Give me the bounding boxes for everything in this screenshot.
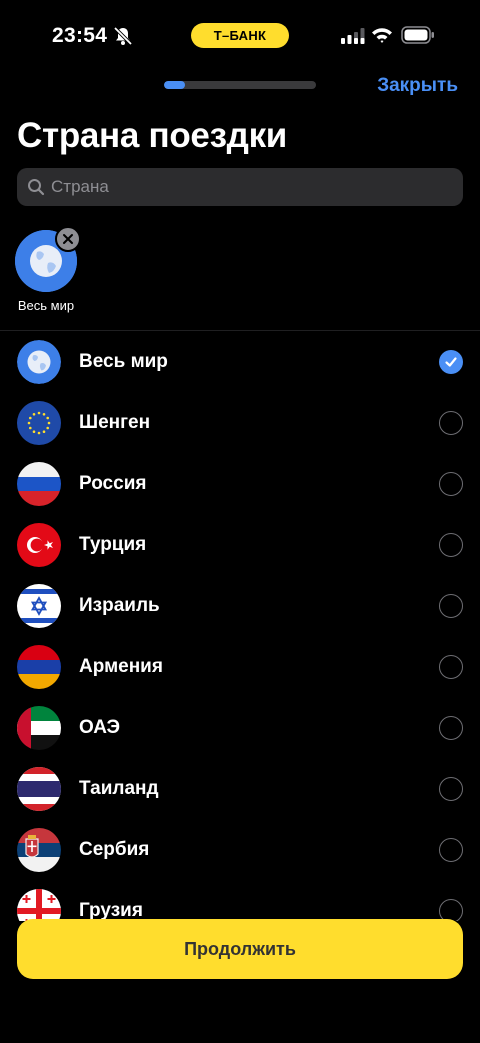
- chip-label: Весь мир: [17, 298, 75, 313]
- search-icon: [28, 179, 45, 196]
- country-label: Турция: [79, 533, 147, 555]
- bank-badge: Т–БАНК: [191, 23, 289, 48]
- search-bar[interactable]: [17, 168, 463, 206]
- close-button[interactable]: Закрыть: [377, 75, 458, 97]
- country-label: Шенген: [79, 411, 151, 433]
- country-list[interactable]: Весь мир Шенген Россия Турция Израиль Ар…: [0, 331, 480, 921]
- thailand-flag-icon: [17, 766, 61, 811]
- list-item-serbia[interactable]: Сербия: [0, 819, 480, 880]
- country-label: Весь мир: [79, 350, 168, 372]
- continue-button[interactable]: Продолжить: [17, 919, 463, 979]
- country-label: Армения: [79, 655, 163, 677]
- radio-unchecked[interactable]: [439, 715, 463, 740]
- uae-flag-icon: [17, 705, 61, 750]
- country-label: Россия: [79, 472, 147, 494]
- country-label: ОАЭ: [79, 716, 121, 738]
- radio-unchecked[interactable]: [439, 593, 463, 618]
- list-item-uae[interactable]: ОАЭ: [0, 697, 480, 758]
- battery-icon: [401, 26, 434, 44]
- country-label: Сербия: [79, 838, 150, 860]
- radio-unchecked[interactable]: [439, 532, 463, 557]
- radio-checked[interactable]: [439, 349, 463, 374]
- radio-unchecked[interactable]: [439, 898, 463, 921]
- georgia-flag-icon: [17, 888, 61, 921]
- close-icon: [63, 234, 73, 244]
- armenia-flag-icon: [17, 644, 61, 689]
- russia-flag-icon: [17, 461, 61, 506]
- list-item-armenia[interactable]: Армения: [0, 636, 480, 697]
- search-input[interactable]: [51, 177, 451, 197]
- radio-unchecked[interactable]: [439, 837, 463, 862]
- radio-unchecked[interactable]: [439, 471, 463, 496]
- eu-flag-icon: [17, 400, 61, 445]
- page-title: Страна поездки: [17, 116, 288, 155]
- country-label: Грузия: [79, 899, 143, 921]
- globe-icon: [17, 339, 61, 384]
- bell-muted-icon: [113, 26, 133, 46]
- step-progress-bar: [164, 81, 316, 89]
- list-item-thailand[interactable]: Таиланд: [0, 758, 480, 819]
- step-progress-fill: [164, 81, 186, 89]
- turkey-flag-icon: [17, 522, 61, 567]
- serbia-flag-icon: [17, 827, 61, 872]
- cellular-signal-icon: [341, 28, 365, 44]
- radio-unchecked[interactable]: [439, 410, 463, 435]
- remove-chip-button[interactable]: [55, 226, 81, 252]
- list-item-georgia[interactable]: Грузия: [0, 880, 480, 921]
- status-time: 23:54: [52, 24, 108, 47]
- checkmark-icon: [445, 356, 457, 367]
- list-item-russia[interactable]: Россия: [0, 453, 480, 514]
- list-item-israel[interactable]: Израиль: [0, 575, 480, 636]
- list-item-world[interactable]: Весь мир: [0, 331, 480, 392]
- radio-unchecked[interactable]: [439, 654, 463, 679]
- wifi-icon: [372, 28, 392, 43]
- list-item-turkey[interactable]: Турция: [0, 514, 480, 575]
- country-label: Таиланд: [79, 777, 159, 799]
- list-item-schengen[interactable]: Шенген: [0, 392, 480, 453]
- country-label: Израиль: [79, 594, 160, 616]
- radio-unchecked[interactable]: [439, 776, 463, 801]
- israel-flag-icon: [17, 583, 61, 628]
- status-bar: 23:54 Т–БАНК: [0, 0, 480, 70]
